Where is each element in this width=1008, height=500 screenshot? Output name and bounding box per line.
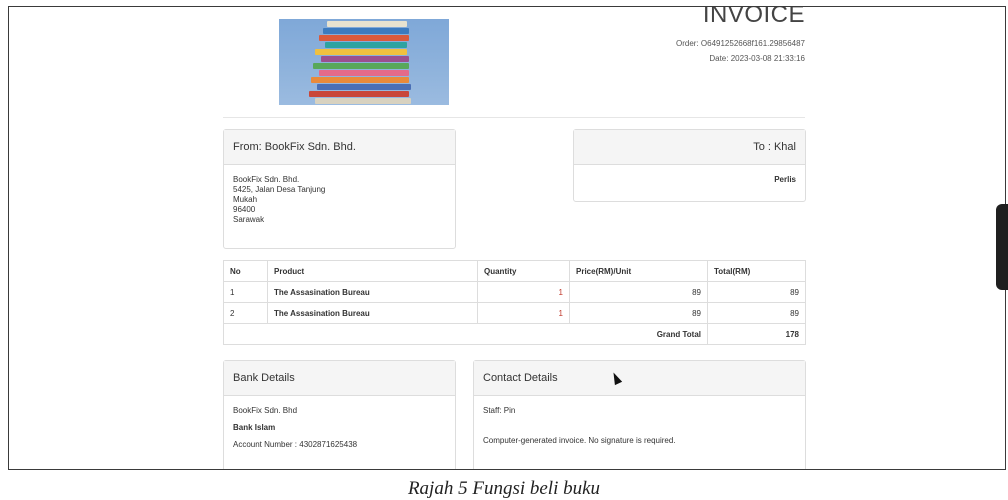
bank-panel: Bank Details BookFix Sdn. Bhd Bank Islam…	[223, 360, 456, 469]
to-line: Perlis	[774, 175, 796, 184]
from-line: 96400	[233, 205, 256, 214]
from-line: Sarawak	[233, 215, 265, 224]
contact-note: Computer-generated invoice. No signature…	[483, 436, 676, 445]
invoice-title: INVOICE	[702, 6, 805, 28]
from-panel: From: BookFix Sdn. Bhd. BookFix Sdn. Bhd…	[223, 129, 456, 249]
table-row: 1 The Assasination Bureau 1 89 89	[223, 281, 806, 303]
col-price: Price(RM)/Unit	[569, 260, 708, 282]
col-quantity: Quantity	[477, 260, 570, 282]
to-heading: To : Khal	[574, 130, 805, 165]
from-line: BookFix Sdn. Bhd.	[233, 175, 300, 184]
items-table: No Product Quantity Price(RM)/Unit Total…	[223, 260, 806, 345]
grand-total-value: 178	[707, 323, 806, 345]
row-total: 89	[707, 281, 806, 303]
from-line: 5425, Jalan Desa Tanjung	[233, 185, 326, 194]
col-product: Product	[267, 260, 478, 282]
row-no: 2	[223, 302, 268, 324]
bank-line: Account Number : 4302871625438	[233, 440, 358, 449]
row-total: 89	[707, 302, 806, 324]
bank-line: BookFix Sdn. Bhd	[233, 406, 298, 415]
contact-heading: Contact Details	[474, 361, 805, 396]
table-header-row: No Product Quantity Price(RM)/Unit Total…	[223, 260, 806, 282]
row-no: 1	[223, 281, 268, 303]
table-row: 2 The Assasination Bureau 1 89 89	[223, 302, 806, 324]
side-panel-tab[interactable]	[996, 204, 1008, 290]
contact-staff: Staff: Pin	[483, 406, 516, 415]
header-divider	[223, 117, 805, 118]
row-product: The Assasination Bureau	[267, 281, 478, 303]
row-price: 89	[569, 302, 708, 324]
invoice-screenshot-frame: INVOICE Order: O6491252668f161.29856487 …	[8, 6, 1006, 470]
order-number: Order: O6491252668f161.29856487	[676, 39, 805, 48]
col-total: Total(RM)	[707, 260, 806, 282]
figure-caption: Rajah 5 Fungsi beli buku	[407, 478, 601, 499]
contact-panel: Contact Details Staff: Pin Computer-gene…	[473, 360, 806, 469]
row-price: 89	[569, 281, 708, 303]
grand-total-label: Grand Total	[223, 323, 708, 345]
to-panel: To : Khal Perlis	[573, 129, 806, 202]
book-stack-image	[279, 19, 449, 105]
row-quantity: 1	[477, 302, 570, 324]
bank-heading: Bank Details	[224, 361, 455, 396]
from-heading: From: BookFix Sdn. Bhd.	[224, 130, 455, 165]
grand-total-row: Grand Total 178	[223, 323, 806, 345]
from-line: Mukah	[233, 195, 258, 204]
bank-line: Bank Islam	[233, 423, 276, 432]
row-quantity: 1	[477, 281, 570, 303]
row-product: The Assasination Bureau	[267, 302, 478, 324]
invoice-date: Date: 2023-03-08 21:33:16	[709, 54, 805, 63]
col-no: No	[223, 260, 268, 282]
